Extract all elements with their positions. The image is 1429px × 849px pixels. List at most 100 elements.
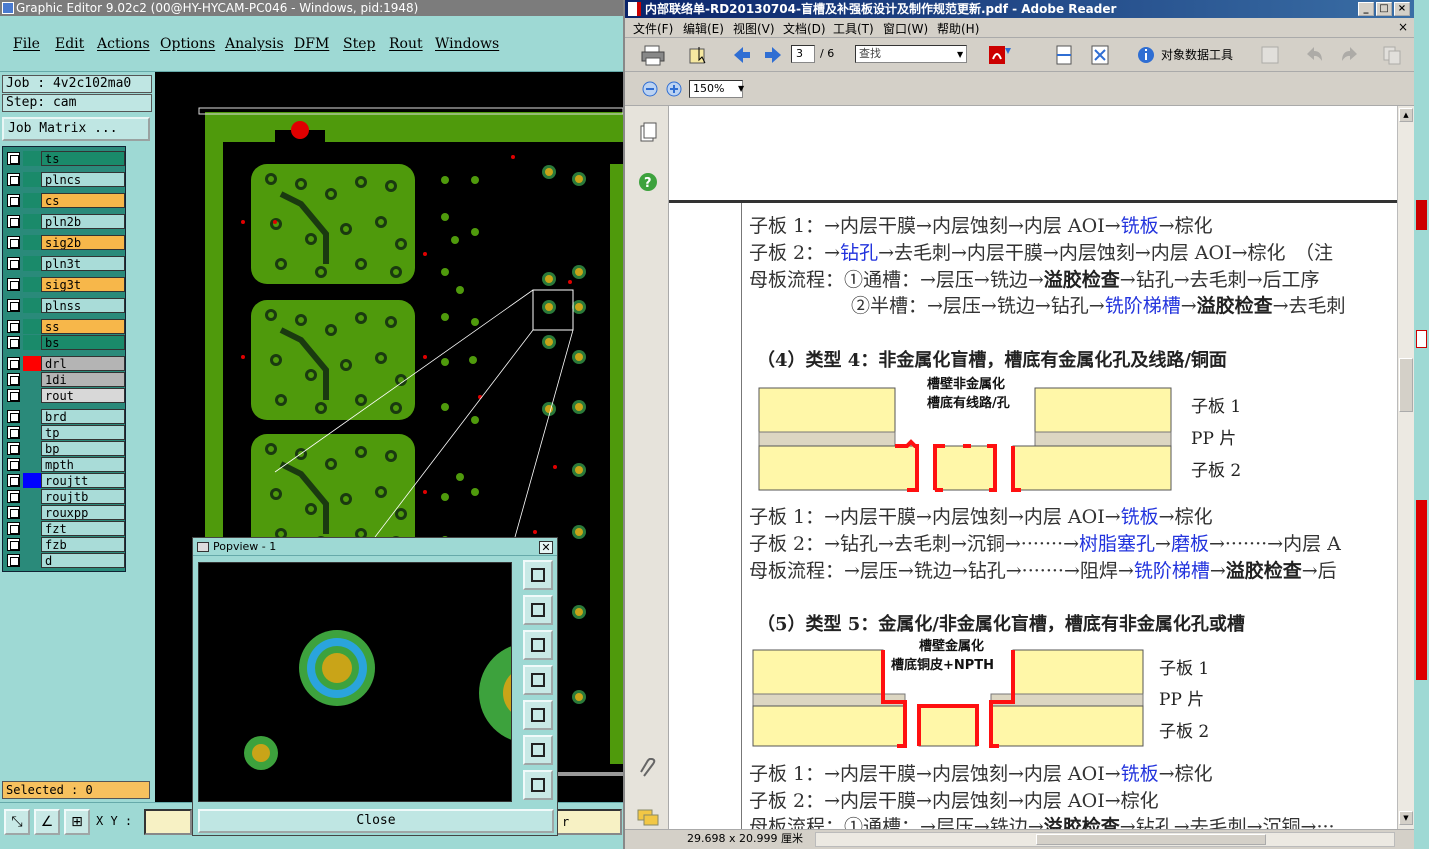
layer-name[interactable]: brd [41,409,125,424]
fit-page-icon[interactable] [1089,44,1111,66]
layer-checkbox[interactable] [7,194,20,207]
single-page-icon[interactable] [1053,44,1075,66]
find-input[interactable]: 查找 [855,45,967,63]
layer-checkbox[interactable] [7,373,20,386]
undo-icon[interactable] [1303,44,1325,66]
layer-color-swatch[interactable] [23,277,41,292]
menu-actions[interactable]: Actions [97,36,150,52]
doc-close-icon[interactable]: × [1398,20,1408,34]
layer-row-ss[interactable]: ss [5,319,125,334]
menu-view[interactable]: 视图(V) [733,20,775,37]
grid-icon[interactable]: ⊞ [64,809,90,835]
layer-color-swatch[interactable] [23,151,41,166]
layer-checkbox[interactable] [7,336,20,349]
layer-row-pln3t[interactable]: pln3t [5,256,125,271]
menu-window[interactable]: 窗口(W) [883,20,928,37]
layer-color-swatch[interactable] [23,457,41,472]
layer-row-roujtb[interactable]: roujtb [5,489,125,504]
layer-checkbox[interactable] [7,458,20,471]
job-matrix-button[interactable]: Job Matrix ... [2,117,150,141]
layer-row-sig2b[interactable]: sig2b [5,235,125,250]
layer-color-swatch[interactable] [23,172,41,187]
layer-name[interactable]: roujtb [41,489,125,504]
measure-icon[interactable]: ∠ [34,809,60,835]
find-dropdown-icon[interactable]: ▼ [957,50,963,59]
layer-row-fzt[interactable]: fzt [5,521,125,536]
layer-row-brd[interactable]: brd [5,409,125,424]
layer-name[interactable]: rout [41,388,125,403]
copy-icon[interactable] [1381,44,1403,66]
popview-title-bar[interactable]: Popview - 1 ✕ [193,538,557,556]
layer-color-swatch[interactable] [23,537,41,552]
layer-checkbox[interactable] [7,442,20,455]
layer-color-swatch[interactable] [23,214,41,229]
help-icon[interactable]: ? [638,172,658,195]
layer-name[interactable]: bs [41,335,125,350]
popview-canvas[interactable] [198,562,512,802]
layer-checkbox[interactable] [7,522,20,535]
layer-color-swatch[interactable] [23,553,41,568]
select-tool-icon[interactable] [687,44,709,66]
horizontal-scroll-thumb[interactable] [1036,834,1266,845]
layer-name[interactable]: plncs [41,172,125,187]
layer-row-mpth[interactable]: mpth [5,457,125,472]
layer-row-drl[interactable]: drl [5,356,125,371]
popview-close-button[interactable]: Close [198,809,554,833]
layer-checkbox[interactable] [7,410,20,423]
layer-checkbox[interactable] [7,320,20,333]
layer-row-bs[interactable]: bs [5,335,125,350]
pages-icon[interactable] [638,122,658,147]
page-number-input[interactable]: 3 [791,45,815,63]
layer-name[interactable]: d [41,553,125,568]
layer-name[interactable]: rouxpp [41,505,125,520]
layer-color-swatch[interactable] [23,425,41,440]
layer-color-swatch[interactable] [23,235,41,250]
menu-help[interactable]: 帮助(H) [937,20,979,37]
menu-options[interactable]: Options [160,36,215,52]
layer-color-swatch[interactable] [23,335,41,350]
attachment-icon[interactable] [638,757,658,783]
layer-name[interactable]: sig2b [41,235,125,250]
layer-row-rouxpp[interactable]: rouxpp [5,505,125,520]
zoom-dropdown-icon[interactable]: ▼ [738,84,744,93]
menu-rout[interactable]: Rout [389,36,423,52]
layer-color-swatch[interactable] [23,388,41,403]
spell-check-icon[interactable] [1259,44,1281,66]
redo-icon[interactable] [1339,44,1361,66]
menu-dfm[interactable]: DFM [294,36,329,52]
pan-down-icon[interactable] [523,630,553,660]
next-page-icon[interactable] [762,44,784,66]
layer-name[interactable]: fzt [41,521,125,536]
menu-edit[interactable]: Edit [55,36,84,52]
menu-analysis[interactable]: Analysis [225,36,284,52]
layer-checkbox[interactable] [7,490,20,503]
layer-checkbox[interactable] [7,426,20,439]
layer-name[interactable]: cs [41,193,125,208]
layer-name[interactable]: 1di [41,372,125,387]
layer-checkbox[interactable] [7,506,20,519]
scroll-down-icon[interactable]: ▼ [1399,811,1413,825]
layer-color-swatch[interactable] [23,473,41,488]
create-pdf-icon[interactable] [987,44,1013,66]
layer-name[interactable]: mpth [41,457,125,472]
layer-checkbox[interactable] [7,173,20,186]
close-icon[interactable]: × [1394,2,1410,16]
layer-row-cs[interactable]: cs [5,193,125,208]
xy-field-right[interactable]: r [556,809,622,835]
layer-color-swatch[interactable] [23,409,41,424]
layer-name[interactable]: bp [41,441,125,456]
scroll-up-icon[interactable]: ▲ [1399,108,1413,122]
print-icon[interactable] [641,44,665,66]
layer-checkbox[interactable] [7,389,20,402]
menu-tools[interactable]: 工具(T) [833,20,874,37]
zoom-fit-icon[interactable] [523,560,553,590]
layer-name[interactable]: sig3t [41,277,125,292]
layer-checkbox[interactable] [7,299,20,312]
menu-windows[interactable]: Windows [435,36,499,52]
minimize-icon[interactable]: _ [1358,2,1374,16]
pan-right-icon[interactable] [523,700,553,730]
layer-row-plnss[interactable]: plnss [5,298,125,313]
close-icon[interactable]: ✕ [539,541,553,554]
layer-row-ts[interactable]: ts [5,151,125,166]
layer-row-plncs[interactable]: plncs [5,172,125,187]
